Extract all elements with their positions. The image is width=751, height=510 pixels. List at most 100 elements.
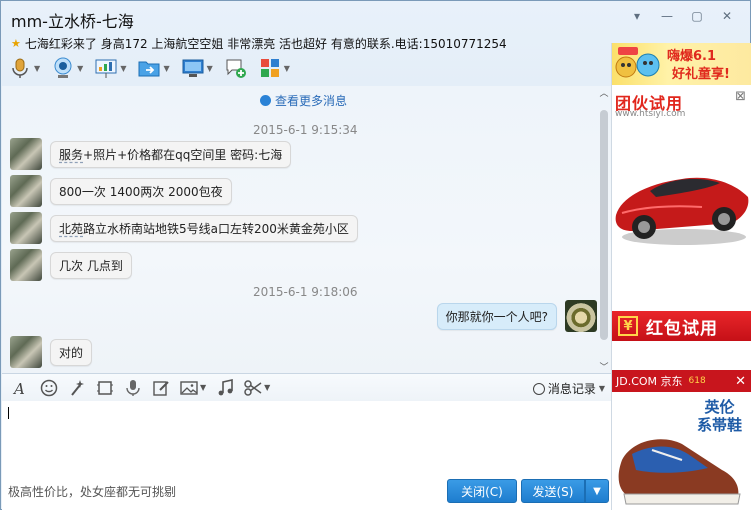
trial-ad[interactable]: 团伙试用 www.htsiyi.com ⊠ — [612, 85, 751, 310]
create-discussion-button[interactable] — [225, 57, 247, 79]
message-bubble: 对的 — [50, 338, 93, 366]
magic-wand-icon[interactable] — [68, 379, 86, 397]
chevron-down-icon[interactable]: ▼ — [284, 64, 290, 73]
message-input[interactable] — [2, 401, 611, 477]
scroll-down-icon[interactable]: ﹀ — [599, 360, 609, 373]
contact-signature: 七海红彩来了 身高172 上海航空空姐 非常漂亮 活也超好 有意的联系.电话:1… — [24, 37, 507, 51]
message-row: 北苑路立水桥南站地铁5号线a口左转200米黄金苑小区 — [10, 212, 358, 244]
webcam-icon — [54, 57, 72, 78]
music-icon[interactable] — [216, 378, 234, 397]
contact-avatar[interactable] — [10, 249, 42, 281]
maximize-button[interactable]: ▢ — [682, 7, 712, 25]
ad-tag: 618 — [688, 376, 706, 386]
message-timestamp: 2015-6-1 9:18:06 — [253, 285, 358, 299]
message-history-button[interactable]: 消息记录 ▼ — [532, 380, 605, 397]
star-icon: ★ — [11, 37, 21, 50]
jd-shoe-ad[interactable]: JD.COM 京东 618 ✕ 英伦 系帯鞋 — [612, 370, 751, 510]
ad-headline: 嗨爆6.1 — [667, 49, 717, 64]
svg-text:A: A — [12, 380, 25, 397]
contact-avatar[interactable] — [10, 336, 42, 368]
video-clip-icon[interactable] — [96, 379, 114, 397]
message-text: +照片+价格都在qq空间里 密码:七海 — [83, 147, 283, 162]
minimize-button[interactable]: — — [652, 7, 682, 25]
shoe-image — [618, 439, 741, 505]
message-timestamp: 2015-6-1 9:15:34 — [253, 123, 358, 137]
message-history-label: 消息记录 — [547, 382, 596, 396]
presentation-icon — [95, 59, 117, 78]
message-link-text[interactable]: 北苑 — [59, 222, 83, 236]
text-ad-link[interactable]: 极高性价比，处女座都无可挑剔 — [8, 483, 176, 500]
edit-icon[interactable] — [152, 379, 170, 397]
send-file-button[interactable]: ▼ — [138, 57, 170, 79]
bottom-bar: 极高性价比，处女座都无可挑剔 关闭(C) 发送(S) ▼ — [2, 477, 611, 510]
chat-toolbar: ▼ ▼ ▼ ▼ ▼ ▼ — [9, 55, 290, 81]
message-row-self: 你那就你一个人吧? — [436, 300, 597, 332]
message-row: 服务+照片+价格都在qq空间里 密码:七海 — [10, 138, 292, 170]
message-row: 几次 几点到 — [10, 249, 132, 281]
ad-url: www.htsiyi.com — [615, 109, 686, 119]
apps-grid-icon — [260, 59, 279, 77]
contact-signature-row: ★ ◎ 七海红彩来了 身高172 上海航空空姐 非常漂亮 活也超好 有意的联系.… — [11, 35, 621, 407]
contact-avatar[interactable] — [10, 175, 42, 207]
message-bubble-self: 你那就你一个人吧? — [436, 302, 557, 330]
chevron-down-icon[interactable]: ▼ — [163, 64, 169, 73]
yen-icon: ¥ — [618, 316, 638, 336]
contact-avatar[interactable] — [10, 138, 42, 170]
message-row: 对的 — [10, 336, 93, 368]
message-link-text[interactable]: 服务 — [59, 148, 83, 162]
scrollbar-thumb[interactable] — [600, 110, 608, 340]
message-bubble: 800一次 1400两次 2000包夜 — [50, 177, 232, 205]
send-button[interactable]: 发送(S) — [521, 479, 585, 503]
view-more-messages-link[interactable]: 查看更多消息 — [260, 92, 347, 109]
scissors-icon[interactable] — [244, 379, 262, 397]
apps-button[interactable]: ▼ — [259, 57, 290, 79]
message-text: 路立水桥南站地铁5号线a口左转200米黄金苑小区 — [83, 221, 349, 236]
input-toolbar: A ▼ ▼ 消息记录 ▼ — [2, 373, 611, 401]
chat-history[interactable]: 查看更多消息 2015-6-1 9:15:34 服务+照片+价格都在qq空间里 … — [2, 86, 611, 373]
message-bubble: 北苑路立水桥南站地铁5号线a口左转200米黄金苑小区 — [50, 214, 358, 242]
chevron-down-icon: ▼ — [593, 485, 601, 497]
microphone-icon — [12, 58, 28, 78]
emoji-icon[interactable] — [40, 379, 58, 397]
chat-add-icon — [226, 59, 246, 78]
red-packet-trial-banner[interactable]: ¥ 红包试用 — [612, 311, 751, 341]
chat-scrollbar[interactable]: ︿ ﹀ — [599, 86, 609, 373]
chevron-down-icon[interactable]: ▼ — [120, 64, 126, 73]
chevron-down-icon[interactable]: ▼ — [207, 64, 213, 73]
chevron-down-icon: ▼ — [598, 384, 605, 393]
text-caret — [8, 407, 9, 419]
voice-message-icon[interactable] — [124, 379, 142, 397]
window-title: mm-立水桥-七海 — [11, 12, 134, 31]
ad-subline: 好礼童享! — [672, 67, 730, 82]
ad-brand-line: 英伦 — [704, 398, 735, 416]
view-more-messages-label: 查看更多消息 — [275, 94, 348, 108]
window-controls: ▾ — ▢ ✕ — [622, 7, 742, 25]
font-icon[interactable]: A — [12, 379, 30, 397]
menu-dropdown-icon[interactable]: ▾ — [622, 7, 652, 25]
chevron-down-icon[interactable]: ▼ — [77, 64, 83, 73]
folder-send-icon — [138, 61, 160, 77]
close-window-button[interactable]: ✕ — [712, 7, 742, 25]
cartoon-characters-image — [615, 47, 660, 78]
voice-call-button[interactable]: ▼ — [9, 57, 40, 79]
my-avatar[interactable] — [565, 300, 597, 332]
scroll-up-icon[interactable]: ︿ — [599, 86, 609, 99]
contact-avatar[interactable] — [10, 212, 42, 244]
share-screen-button[interactable]: ▼ — [95, 57, 126, 79]
chevron-down-icon[interactable]: ▼ — [34, 64, 40, 73]
jd-logo-text: JD.COM 京东 — [616, 375, 683, 388]
image-icon[interactable] — [180, 379, 198, 397]
chevron-down-icon[interactable]: ▼ — [264, 383, 270, 392]
close-ad-icon[interactable]: ⊠ — [735, 89, 746, 104]
send-options-button[interactable]: ▼ — [585, 479, 609, 503]
message-bubble: 几次 几点到 — [50, 251, 132, 279]
monitor-icon — [182, 59, 204, 77]
video-call-button[interactable]: ▼ — [52, 57, 83, 79]
top-banner-ad[interactable]: 嗨爆6.1 好礼童享! — [612, 43, 751, 85]
close-button[interactable]: 关闭(C) — [447, 479, 517, 503]
clock-icon — [260, 95, 271, 106]
message-row: 800一次 1400两次 2000包夜 — [10, 175, 232, 207]
close-ad-icon[interactable]: ✕ — [735, 374, 746, 389]
chevron-down-icon[interactable]: ▼ — [200, 383, 206, 392]
remote-desktop-button[interactable]: ▼ — [182, 57, 213, 79]
